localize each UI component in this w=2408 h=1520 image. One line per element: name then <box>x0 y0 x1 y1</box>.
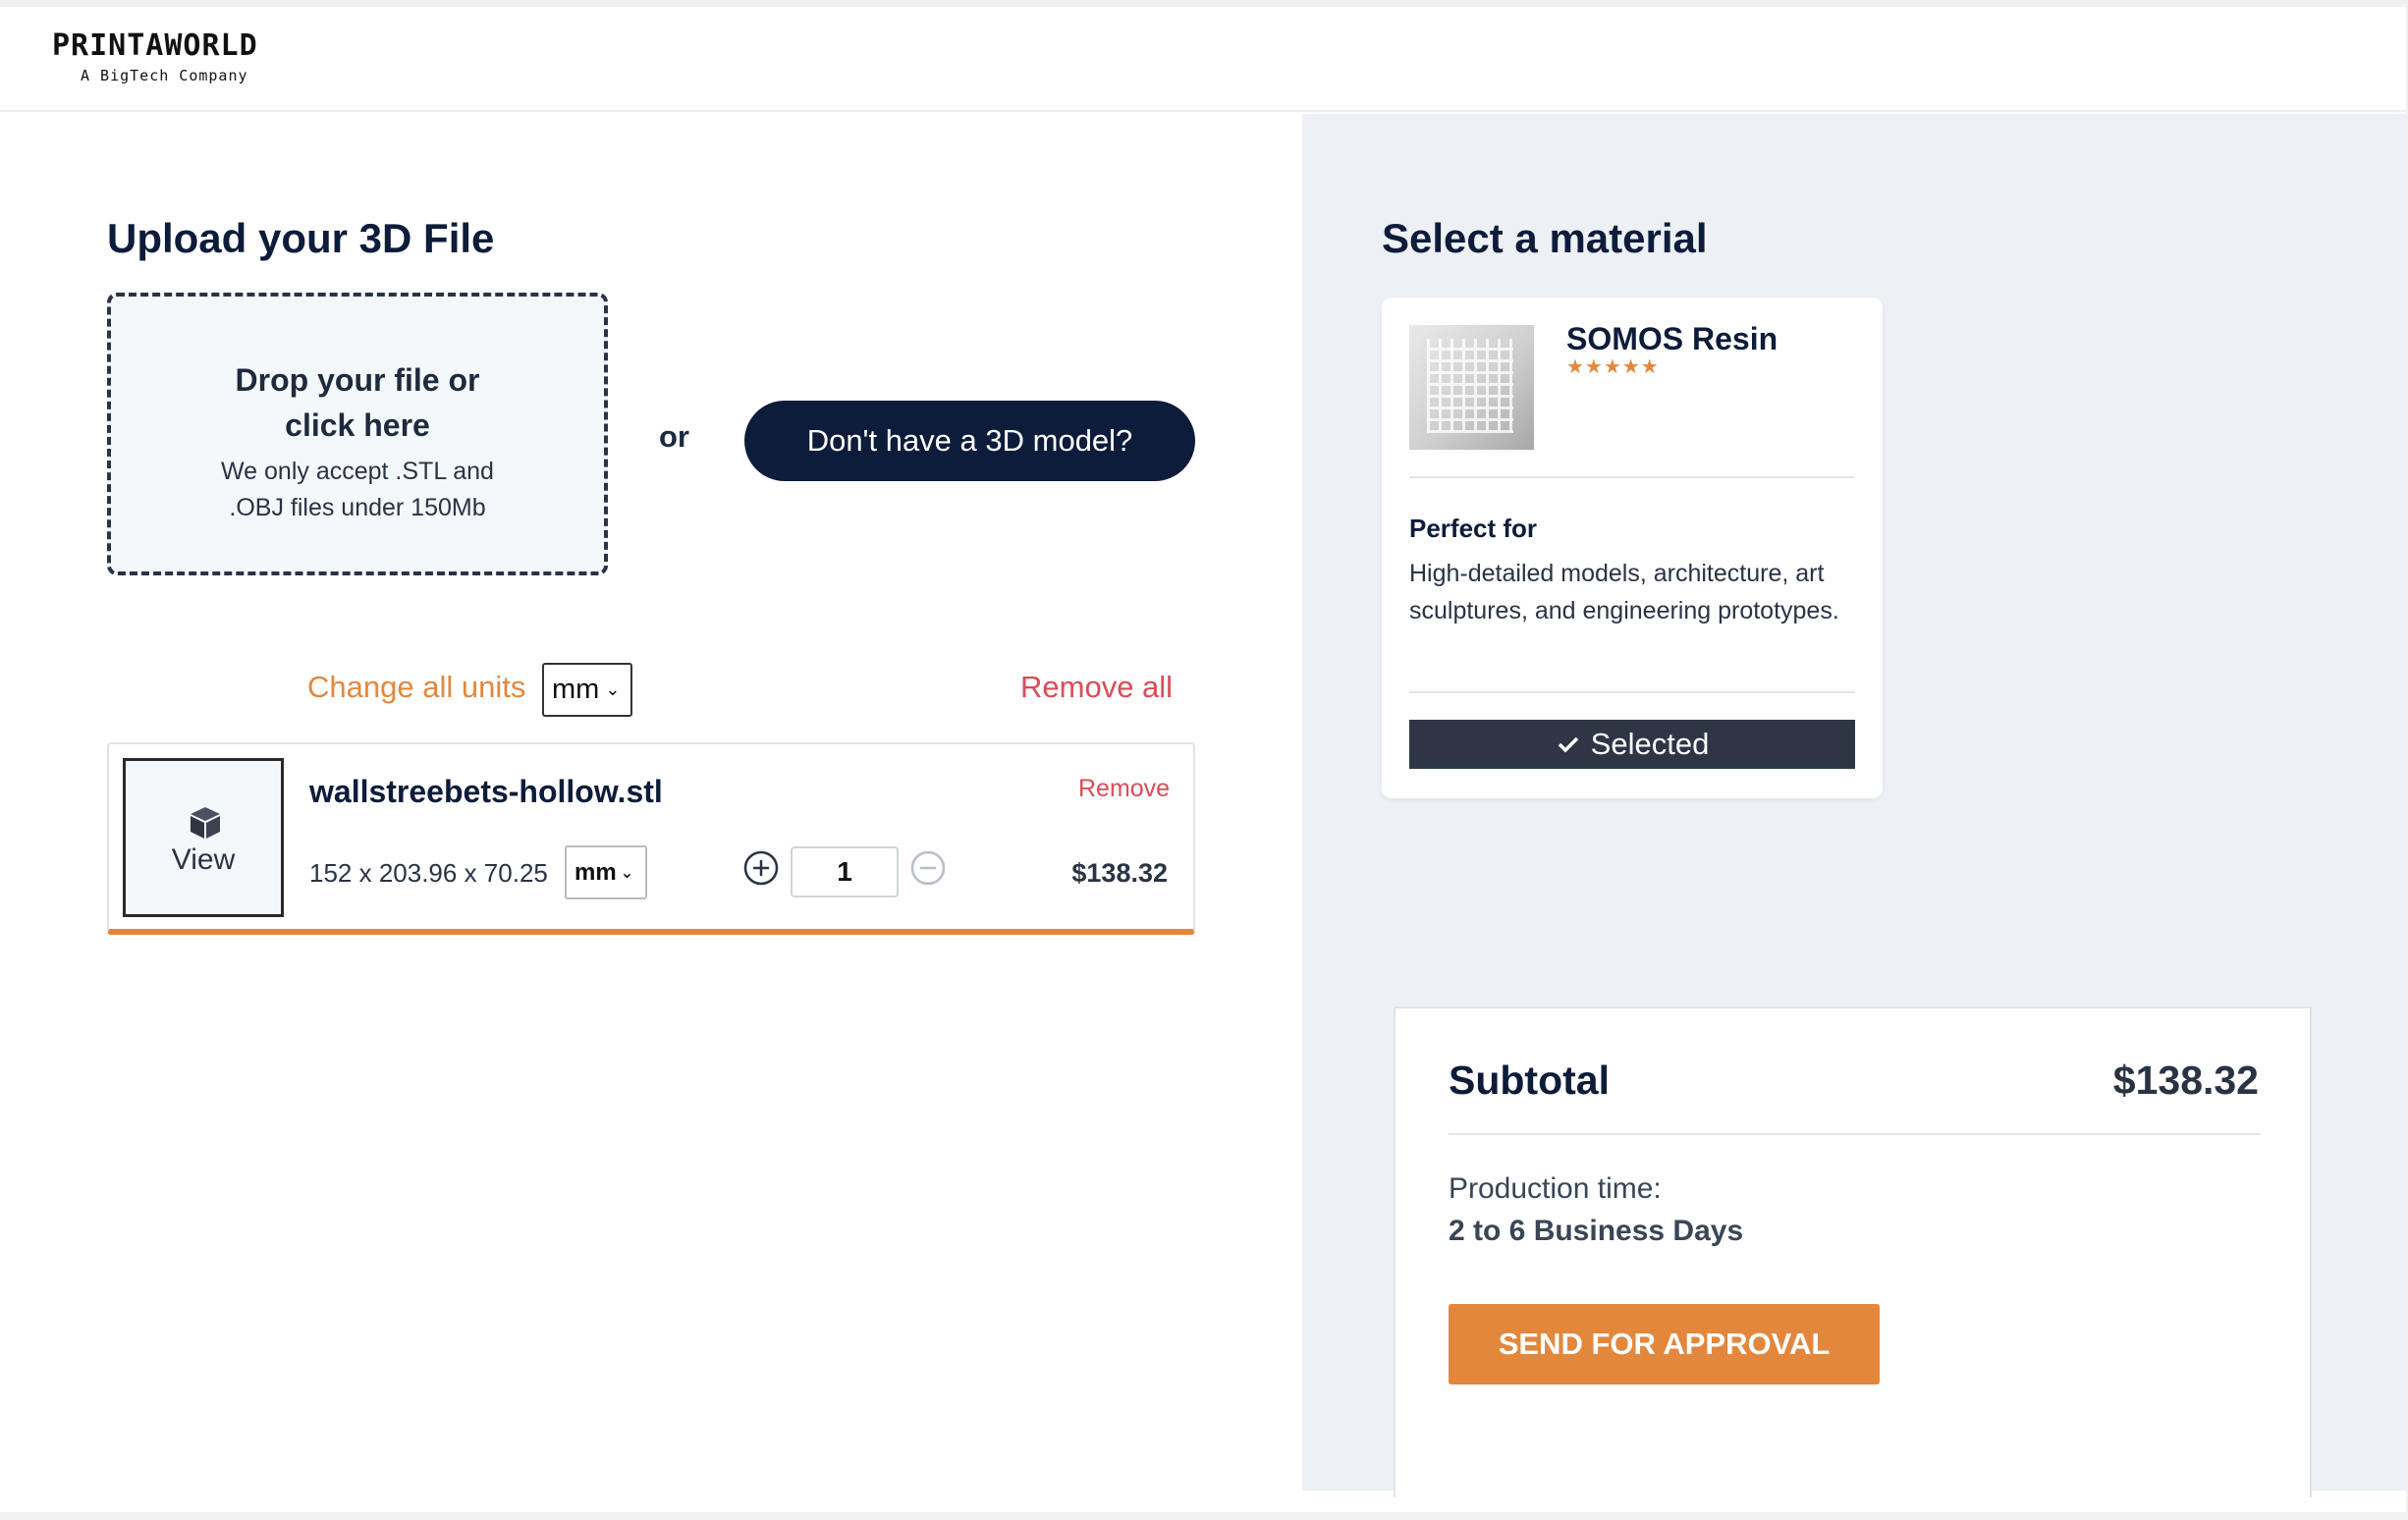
material-description: High-detailed models, architecture, art … <box>1409 560 1839 624</box>
selected-label: Selected <box>1590 727 1710 761</box>
all-units-select-value: mm <box>552 674 600 705</box>
material-divider <box>1409 691 1855 693</box>
subtotal-label: Subtotal <box>1449 1058 1610 1103</box>
dropzone-note: We only accept .STL and .OBJ files under… <box>221 458 494 521</box>
logo-title[interactable]: PRINTAWORLD <box>52 28 258 63</box>
cube-icon <box>191 807 220 839</box>
chevron-down-icon: ⌄ <box>605 679 621 699</box>
minus-circle-icon[interactable] <box>909 849 947 887</box>
material-card[interactable]: SOMOS Resin ★★★★★ Perfect for High-detai… <box>1382 298 1883 798</box>
all-units-select[interactable]: mm ⌄ <box>542 663 632 717</box>
remove-all-link[interactable]: Remove all <box>1020 670 1173 705</box>
or-separator: or <box>659 419 689 454</box>
file-dropzone[interactable]: Drop your file or click here We only acc… <box>107 293 608 575</box>
production-time-value: 2 to 6 Business Days <box>1449 1215 1744 1247</box>
file-name: wallstreebets-hollow.stl <box>309 774 663 809</box>
quantity-input[interactable] <box>791 846 899 897</box>
app-window: PRINTAWORLD A BigTech Company Upload you… <box>0 7 2406 1512</box>
logo-subtitle: A BigTech Company <box>81 67 248 84</box>
no-3d-model-button[interactable]: Don't have a 3D model? <box>744 401 1195 481</box>
material-name: SOMOS Resin <box>1566 321 1779 356</box>
dropzone-title: Drop your file or click here <box>235 362 480 443</box>
production-time-label: Production time: <box>1449 1172 1662 1205</box>
file-units-select[interactable]: mm ⌄ <box>565 845 647 899</box>
send-for-approval-button[interactable]: SEND FOR APPROVAL <box>1449 1304 1880 1384</box>
view-model-button[interactable]: View <box>123 758 284 917</box>
plus-circle-icon[interactable] <box>742 849 780 887</box>
material-selected-button[interactable]: Selected <box>1409 720 1855 769</box>
file-dimensions: 152 x 203.96 x 70.25 <box>309 858 548 888</box>
material-section-title: Select a material <box>1382 215 1708 261</box>
summary-divider <box>1449 1133 2261 1135</box>
file-price: $138.32 <box>1071 858 1168 888</box>
top-header: PRINTAWORLD A BigTech Company <box>0 7 2406 112</box>
file-units-select-value: mm <box>575 858 617 886</box>
star-rating-icon: ★★★★★ <box>1566 356 1660 378</box>
subtotal-value: $138.32 <box>2112 1058 2259 1103</box>
chevron-down-icon: ⌄ <box>620 864 634 882</box>
order-summary-card: Subtotal $138.32 Production time: 2 to 6… <box>1394 1006 2312 1497</box>
material-thumbnail-image <box>1409 325 1534 450</box>
view-label: View <box>171 843 236 876</box>
material-divider <box>1409 476 1855 478</box>
remove-file-link[interactable]: Remove <box>1078 775 1170 803</box>
file-item-card: View wallstreebets-hollow.stl Remove 152… <box>107 742 1195 935</box>
perfect-for-label: Perfect for <box>1409 514 1538 543</box>
check-icon <box>1558 736 1578 753</box>
upload-title: Upload your 3D File <box>107 215 495 261</box>
change-all-units-label: Change all units <box>307 670 526 704</box>
